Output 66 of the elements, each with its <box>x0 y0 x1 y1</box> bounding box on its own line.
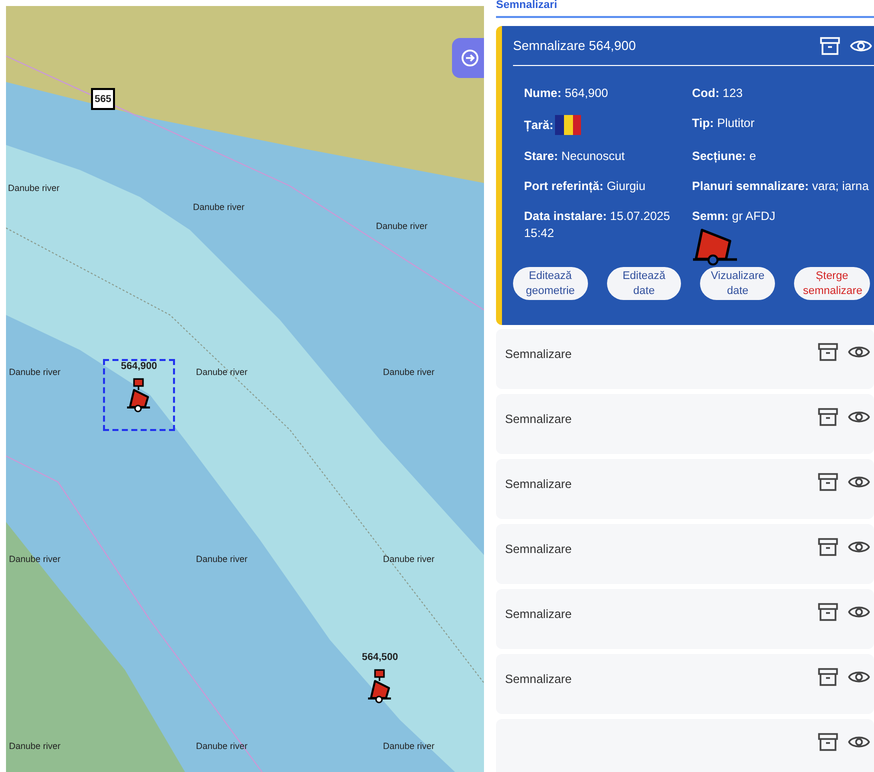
map-label: Danube river <box>9 368 61 377</box>
map-label: Danube river <box>196 742 248 751</box>
item-title: Semnalizare <box>505 346 572 363</box>
archive-icon[interactable] <box>818 408 838 426</box>
action-button[interactable]: Șterge semnalizare <box>794 267 870 300</box>
field-text: Tip: Plutitor <box>692 115 756 132</box>
buoy-label: 564,900 <box>120 362 158 372</box>
buoy-label: 564,500 <box>362 653 398 663</box>
map-label: Danube river <box>376 222 428 231</box>
list-item[interactable]: Semnalizare <box>496 459 874 519</box>
action-button[interactable]: Editează date <box>606 267 682 300</box>
field-text: Data instalare: 15.07.2025 15:42 <box>524 208 672 242</box>
eye-icon[interactable] <box>848 669 870 685</box>
arrow-circle-icon <box>461 49 479 67</box>
archive-icon[interactable] <box>818 473 838 491</box>
archive-icon[interactable] <box>818 343 838 361</box>
item-title: Semnalizare <box>505 411 572 428</box>
buoy-icon <box>125 378 153 414</box>
map-label: Danube river <box>193 203 245 212</box>
map-label: Danube river <box>383 555 435 564</box>
field-label: Țară: <box>524 116 554 134</box>
map-label: Danube river <box>383 368 435 377</box>
field-text: Semn: gr AFDJ <box>692 208 776 225</box>
map-label: Danube river <box>8 184 60 193</box>
eye-icon[interactable] <box>848 604 870 620</box>
field-text: Cod: 123 <box>692 85 744 102</box>
action-button[interactable]: Editează geometrie <box>513 267 588 300</box>
archive-icon[interactable] <box>818 603 838 621</box>
buoy-icon <box>692 227 738 267</box>
field-text: Port referință: Giurgiu <box>524 178 646 195</box>
map-label: Danube river <box>383 742 435 751</box>
collapse-button[interactable] <box>452 38 484 78</box>
list-item[interactable]: Semnalizare <box>496 589 874 649</box>
archive-icon[interactable] <box>818 538 838 556</box>
eye-icon[interactable] <box>848 344 870 360</box>
kilometer-marker: 565 <box>91 88 115 110</box>
map-label: Danube river <box>9 555 61 564</box>
list-item[interactable]: Semnalizare <box>496 394 874 454</box>
item-title: Semnalizare <box>505 476 572 493</box>
field-text: Stare: Necunoscut <box>524 148 626 165</box>
buoy-icon <box>366 669 394 705</box>
list-item[interactable]: Semnalizare <box>496 329 874 389</box>
field-text: Planuri semnalizare: vara; iarna <box>692 178 870 195</box>
item-title: Semnalizare <box>505 541 572 558</box>
eye-icon[interactable] <box>850 38 872 54</box>
archive-icon[interactable] <box>818 733 838 751</box>
eye-icon[interactable] <box>848 539 870 555</box>
flag-icon <box>555 115 582 135</box>
list-item[interactable]: Semnalizare <box>496 524 874 584</box>
action-button[interactable]: Vizualizare date <box>700 267 776 300</box>
map-label: Danube river <box>196 368 248 377</box>
list-item[interactable]: Semnalizare <box>496 654 874 714</box>
map-label: Danube river <box>9 742 61 751</box>
eye-icon[interactable] <box>848 409 870 425</box>
item-title: Semnalizare <box>505 606 572 623</box>
archive-icon[interactable] <box>820 36 840 54</box>
eye-icon[interactable] <box>848 474 870 490</box>
map-label: Danube river <box>196 555 248 564</box>
panel-title: Semnalizari <box>496 0 558 11</box>
field-text: Secțiune: e <box>692 148 758 165</box>
selection-box[interactable]: 564,900 <box>103 359 175 431</box>
card-title: Semnalizare 564,900 <box>513 36 636 55</box>
archive-icon[interactable] <box>818 668 838 686</box>
field-text: Nume: 564,900 <box>524 85 610 102</box>
eye-icon[interactable] <box>848 734 870 750</box>
item-title: Semnalizare <box>505 671 572 688</box>
